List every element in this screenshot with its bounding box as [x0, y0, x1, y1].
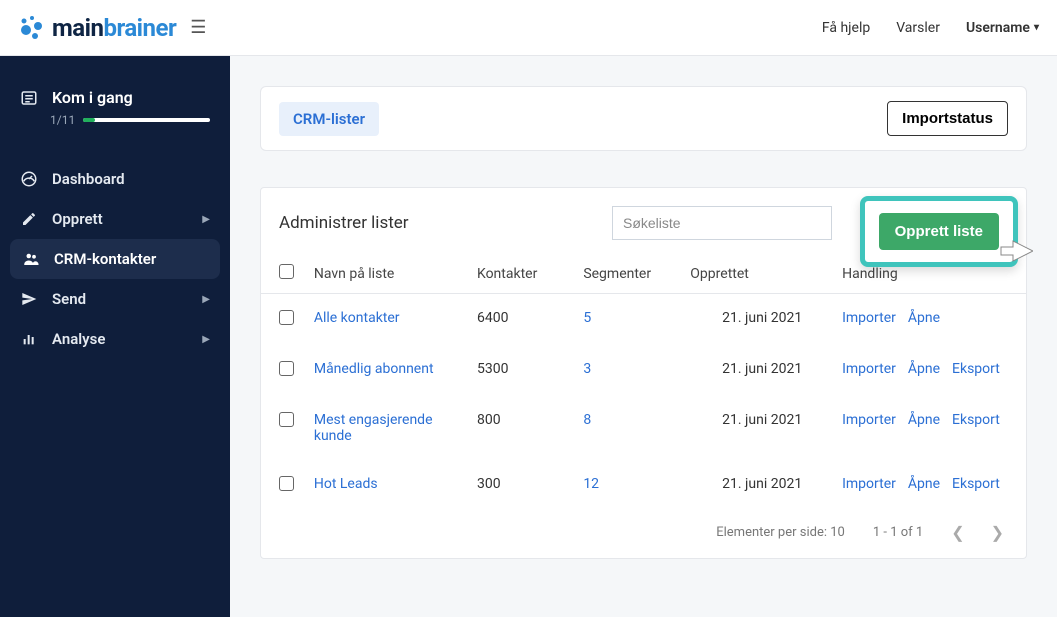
sidebar-item-dashboard[interactable]: Dashboard	[0, 159, 230, 199]
sidebar-item-label: CRM-kontakter	[54, 250, 156, 268]
import-status-button[interactable]: Importstatus	[887, 101, 1008, 136]
page-header-card: CRM-lister Importstatus	[260, 86, 1027, 151]
topbar: mainbrainer ☰ Få hjelp Varsler Username …	[0, 0, 1057, 56]
search-input[interactable]	[612, 206, 832, 240]
row-checkbox[interactable]	[279, 412, 294, 427]
row-checkbox[interactable]	[279, 476, 294, 491]
select-all-checkbox[interactable]	[279, 264, 294, 279]
import-link[interactable]: Importer	[842, 412, 896, 428]
list-name-link[interactable]: Månedlig abonnent	[314, 361, 434, 377]
lists-table: Navn på liste Kontakter Segmenter Oppret…	[261, 254, 1026, 511]
import-link[interactable]: Importer	[842, 361, 896, 377]
export-link[interactable]: Eksport	[952, 361, 1000, 377]
alerts-link[interactable]: Varsler	[896, 20, 940, 36]
open-link[interactable]: Åpne	[908, 361, 940, 377]
lists-title: Administrer lister	[279, 213, 409, 233]
bar-chart-icon	[20, 331, 38, 347]
table-row: Alle kontakter 64005 21. juni 2021Importer…	[261, 294, 1026, 346]
page-range: 1 - 1 of 1	[873, 525, 923, 540]
chevron-right-icon: ▶	[202, 334, 210, 345]
contacts-cell: 800	[473, 396, 579, 460]
created-cell: 21. juni 2021	[686, 294, 838, 346]
per-page-label: Elementer per side: 10	[716, 525, 845, 540]
export-link[interactable]: Eksport	[952, 476, 1000, 492]
col-contacts: Kontakter	[473, 254, 579, 294]
chevron-right-icon: ▶	[202, 214, 210, 225]
chevron-right-icon: ▶	[202, 294, 210, 305]
sidebar-item-label: Dashboard	[52, 170, 125, 188]
contacts-cell: 300	[473, 460, 579, 511]
gauge-icon	[20, 170, 38, 188]
contacts-cell: 5300	[473, 345, 579, 396]
sidebar-item-analyse[interactable]: Analyse ▶	[0, 319, 230, 359]
table-row: Mest engasjerende kunde 8008 21. juni 2021…	[261, 396, 1026, 460]
list-icon	[20, 89, 38, 107]
progress-row: 1/11	[20, 113, 210, 127]
created-cell: 21. juni 2021	[686, 345, 838, 396]
logo-text: mainbrainer	[52, 14, 176, 42]
col-name: Navn på liste	[310, 254, 473, 294]
sidebar-item-send[interactable]: Send ▶	[0, 279, 230, 319]
contacts-cell: 6400	[473, 294, 579, 346]
paper-plane-icon	[20, 291, 38, 307]
menu-toggle-icon[interactable]: ☰	[190, 17, 206, 38]
open-link[interactable]: Åpne	[908, 310, 940, 326]
progress-bar	[83, 118, 210, 122]
sidebar-getting-started[interactable]: Kom i gang 1/11	[0, 76, 230, 145]
list-name-link[interactable]: Alle kontakter	[314, 310, 400, 326]
create-list-button[interactable]: Opprett liste	[879, 213, 999, 250]
table-row: Hot Leads 30012 21. juni 2021Importer Åpne E…	[261, 460, 1026, 511]
help-link[interactable]: Få hjelp	[822, 20, 870, 36]
list-name-link[interactable]: Mest engasjerende kunde	[314, 412, 433, 444]
pencil-icon	[20, 211, 38, 227]
open-link[interactable]: Åpne	[908, 412, 940, 428]
table-row: Månedlig abonnent 53003 21. juni 2021Impor…	[261, 345, 1026, 396]
topbar-left: mainbrainer ☰	[18, 14, 206, 42]
import-link[interactable]: Importer	[842, 310, 896, 326]
users-icon	[22, 250, 40, 268]
col-segments: Segmenter	[579, 254, 686, 294]
pointer-arrow-icon	[993, 237, 1033, 265]
created-cell: 21. juni 2021	[686, 396, 838, 460]
created-cell: 21. juni 2021	[686, 460, 838, 511]
segments-link[interactable]: 3	[583, 361, 591, 377]
logo[interactable]: mainbrainer	[18, 14, 176, 42]
import-link[interactable]: Importer	[842, 476, 896, 492]
list-name-link[interactable]: Hot Leads	[314, 476, 378, 492]
pagination: Elementer per side: 10 1 - 1 of 1 ❮ ❯	[261, 511, 1026, 558]
next-page-button[interactable]: ❯	[991, 523, 1004, 542]
row-checkbox[interactable]	[279, 361, 294, 376]
sidebar-item-label: Opprett	[52, 210, 103, 228]
col-created: Opprettet	[686, 254, 838, 294]
prev-page-button[interactable]: ❮	[951, 523, 964, 542]
logo-dots-icon	[18, 14, 46, 42]
sidebar-item-label: Analyse	[52, 330, 105, 348]
content-area: CRM-lister Importstatus Administrer list…	[230, 56, 1057, 617]
export-link[interactable]: Eksport	[952, 412, 1000, 428]
sidebar-item-create[interactable]: Opprett ▶	[0, 199, 230, 239]
segments-link[interactable]: 8	[583, 412, 591, 428]
sidebar-item-crm-contacts[interactable]: CRM-kontakter	[10, 239, 220, 279]
tab-crm-lists[interactable]: CRM-lister	[279, 102, 379, 136]
user-menu[interactable]: Username ▾	[966, 20, 1039, 36]
topbar-right: Få hjelp Varsler Username ▾	[822, 20, 1039, 36]
username-label: Username	[966, 20, 1030, 36]
open-link[interactable]: Åpne	[908, 476, 940, 492]
sidebar-item-label: Send	[52, 290, 86, 308]
sidebar: Kom i gang 1/11 Dashboard Opprett ▶	[0, 56, 230, 617]
getting-started-title: Kom i gang	[52, 88, 133, 107]
create-list-highlight: Opprett liste	[860, 196, 1018, 267]
segments-link[interactable]: 5	[583, 310, 591, 326]
progress-count: 1/11	[50, 113, 75, 127]
row-checkbox[interactable]	[279, 310, 294, 325]
segments-link[interactable]: 12	[583, 476, 599, 492]
caret-down-icon: ▾	[1034, 22, 1039, 33]
lists-card: Administrer lister Opprett liste Navn på…	[260, 187, 1027, 559]
